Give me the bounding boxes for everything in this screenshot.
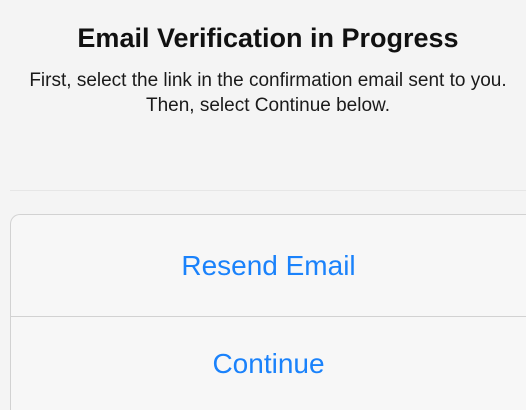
- screen: Email Verification in Progress First, se…: [0, 0, 526, 410]
- divider: [10, 190, 526, 191]
- resend-email-button[interactable]: Resend Email: [10, 214, 526, 316]
- alert-message: First, select the link in the confirmati…: [29, 70, 507, 116]
- alert-title: Email Verification in Progress: [77, 23, 459, 53]
- continue-button[interactable]: Continue: [10, 316, 526, 410]
- continue-label: Continue: [212, 347, 325, 379]
- resend-email-label: Resend Email: [181, 249, 356, 281]
- alert-header: Email Verification in Progress First, se…: [10, 0, 526, 190]
